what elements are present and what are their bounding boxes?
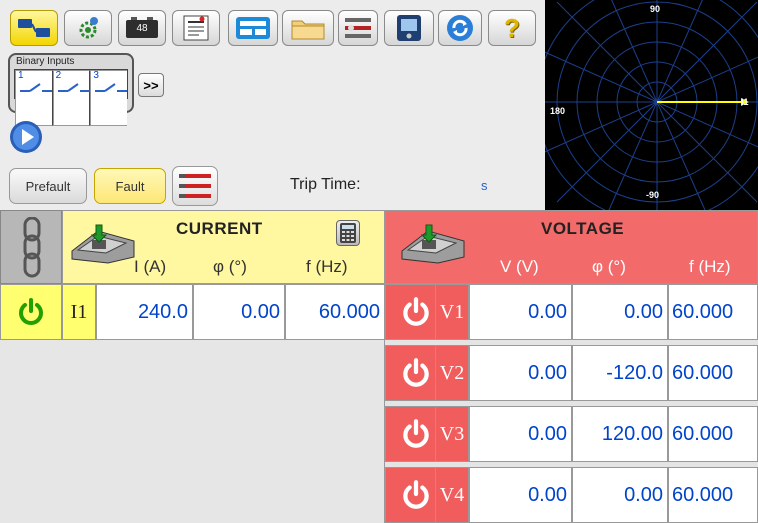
i1-power-toggle[interactable] (0, 284, 62, 340)
v3-phase[interactable]: 120.00 (572, 406, 668, 462)
binary-input-1[interactable]: 1 (15, 70, 53, 126)
power-icon (403, 297, 429, 326)
sequence-icon (343, 15, 373, 41)
voltage-ramp-button[interactable] (398, 223, 470, 264)
test-report-icon (181, 15, 211, 41)
binary-inputs-panel[interactable]: Binary Inputs 1 2 3 (8, 53, 134, 126)
v3-label: V3 (435, 406, 469, 462)
chain-link-icon (23, 217, 41, 278)
binary-input-2[interactable]: 2 (52, 70, 91, 126)
power-icon (403, 358, 429, 387)
v2-frequency[interactable]: 60.000 (668, 345, 758, 401)
phasor-diagram: 90 180 -90 I1 (535, 0, 758, 230)
test-card-icon (235, 16, 271, 40)
voltage-amplitude-label: V (V) (500, 257, 539, 276)
trip-time-label: Trip Time: (290, 176, 361, 193)
battery-button[interactable]: 48 (118, 10, 166, 46)
expand-inputs-button[interactable]: >> (138, 73, 164, 97)
voltage-title: VOLTAGE (541, 219, 625, 238)
v2-label: V2 (435, 345, 469, 401)
calculator-button[interactable] (336, 220, 360, 246)
voltage-header: VOLTAGE V (V) φ (°) f (Hz) (385, 210, 758, 284)
current-frequency-label: f (Hz) (306, 257, 348, 276)
help-icon: ? (504, 12, 520, 43)
polar-label-180: 180 (550, 106, 566, 116)
test-report-button[interactable] (172, 10, 220, 46)
table-body: I1 240.0 0.00 60.000 V1 0.00 0.00 60.000 (0, 284, 758, 523)
ramp-generator-icon (71, 224, 135, 264)
settings-button[interactable] (64, 10, 112, 46)
play-button[interactable] (9, 120, 43, 154)
fault-button[interactable]: Fault (94, 168, 166, 204)
v4-frequency[interactable]: 60.000 (668, 467, 758, 523)
play-icon (10, 121, 42, 153)
phasor-label-i1: I1 (741, 97, 749, 107)
v1-phase[interactable]: 0.00 (572, 284, 668, 340)
phasor-grid (535, 0, 758, 230)
refresh-button[interactable] (438, 10, 482, 46)
sequence-button[interactable] (338, 10, 378, 46)
v4-phase[interactable]: 0.00 (572, 467, 668, 523)
current-amplitude-label: I (A) (134, 257, 167, 276)
current-phase-label: φ (°) (213, 257, 247, 276)
v3-amplitude[interactable]: 0.00 (469, 406, 572, 462)
phasor-i1 (657, 98, 749, 106)
v1-amplitude[interactable]: 0.00 (469, 284, 572, 340)
test-card-button[interactable] (228, 10, 278, 46)
calculator-icon (340, 223, 356, 243)
current-ramp-button[interactable] (68, 223, 140, 264)
v2-amplitude[interactable]: 0.00 (469, 345, 572, 401)
prefault-button[interactable]: Prefault (9, 168, 87, 204)
switch-open-icon (20, 83, 52, 92)
refresh-icon (445, 13, 475, 43)
binary-input-3[interactable]: 3 (90, 70, 128, 126)
v2-phase[interactable]: -120.0 (572, 345, 668, 401)
output-table: CURRENT I (A) φ (°) f (Hz) VOLTAGE V (V)… (0, 210, 758, 523)
voltage-frequency-label: f (Hz) (689, 257, 731, 276)
i1-amplitude[interactable]: 240.0 (96, 284, 193, 340)
current-empty-area (0, 340, 385, 523)
open-folder-button[interactable] (282, 10, 334, 46)
i1-phase[interactable]: 0.00 (193, 284, 285, 340)
link-column-header[interactable] (0, 210, 62, 284)
v1-label: V1 (435, 284, 469, 340)
binary-inputs-title: Binary Inputs (16, 56, 75, 67)
trip-time-unit: s (481, 178, 488, 193)
current-title: CURRENT (176, 219, 263, 238)
device-icon (394, 14, 424, 42)
device-button[interactable] (384, 10, 434, 46)
i1-label: I1 (62, 284, 96, 340)
app-window: 48 ? Binary Inputs 1 2 3 >> Prefault Fau… (0, 0, 758, 523)
power-icon (403, 419, 429, 448)
current-header: CURRENT I (A) φ (°) f (Hz) (62, 210, 385, 284)
v1-frequency[interactable]: 60.000 (668, 284, 758, 340)
binary-inputs-cells: 1 2 3 (14, 69, 128, 126)
power-icon (403, 480, 429, 509)
toolbar-area: 48 ? Binary Inputs 1 2 3 >> Prefault Fau… (0, 0, 545, 210)
v3-frequency[interactable]: 60.000 (668, 406, 758, 462)
switch-open-icon (95, 83, 128, 92)
folder-icon (290, 15, 326, 41)
v4-label: V4 (435, 467, 469, 523)
v4-amplitude[interactable]: 0.00 (469, 467, 572, 523)
voltage-phase-label: φ (°) (592, 257, 626, 276)
polar-label-90: 90 (650, 4, 661, 14)
settings-icon (75, 15, 101, 41)
battery-icon: 48 (125, 17, 159, 39)
sequence-list-icon (179, 174, 211, 198)
ramp-generator-icon (401, 224, 465, 264)
battery-voltage-label: 48 (136, 23, 148, 34)
network-config-button[interactable] (10, 10, 58, 46)
power-icon (19, 298, 43, 325)
sequence-list-button[interactable] (172, 166, 218, 206)
help-button[interactable]: ? (488, 10, 536, 46)
switch-open-icon (57, 83, 90, 92)
network-config-icon (17, 17, 51, 39)
polar-label-neg90: -90 (646, 190, 660, 200)
i1-frequency[interactable]: 60.000 (285, 284, 385, 340)
